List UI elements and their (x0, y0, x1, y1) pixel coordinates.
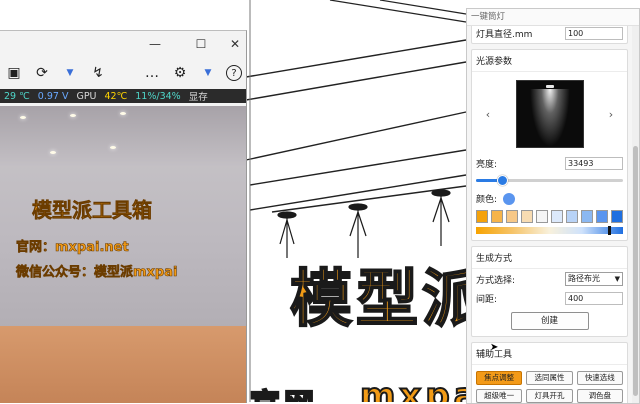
tool-button-focus-adjust[interactable]: 焦点调整 (476, 371, 523, 385)
minimize-button[interactable]: — (132, 31, 178, 57)
tool-button-super-unique[interactable]: 超级唯一 (476, 389, 523, 403)
method-label: 方式选择: (476, 275, 516, 286)
diameter-input[interactable]: 100 (565, 27, 623, 40)
color-swatch[interactable] (581, 210, 593, 223)
color-label: 颜色: (476, 195, 498, 205)
window-toolbar: ▣ ⟳ ▼ ↯ … ⚙ ▼ ? (0, 57, 246, 89)
more-button[interactable]: … (142, 63, 162, 83)
diameter-label: 灯具直径.mm (476, 30, 533, 40)
method-select[interactable]: 路径布光 ▼ (565, 272, 623, 286)
image-icon[interactable]: ▣ (4, 63, 24, 83)
rotate-cloud-icon[interactable]: ⟳ (32, 63, 52, 83)
panel-title: 一键筒灯 (467, 9, 639, 26)
ceiling-light (50, 151, 56, 154)
memory-label: 显存 (188, 92, 208, 103)
photo-reception-desk (0, 326, 246, 403)
color-temperature-bar[interactable] (476, 226, 623, 235)
gear-icon[interactable]: ⚙ (170, 63, 190, 83)
maximize-icon: ☐ (195, 37, 207, 51)
brightness-label: 亮度: (476, 160, 498, 170)
gpu-label: GPU (76, 90, 97, 102)
voltage: 0.97 V (37, 90, 69, 102)
brightness-input[interactable]: 33493 (565, 157, 623, 170)
color-swatch[interactable] (611, 210, 623, 223)
photo-wall-title: 模型派工具箱 (32, 198, 153, 223)
generate-section: 生成方式 方式选择: 路径布光 ▼ 间距: 400 创建 (471, 246, 628, 337)
color-swatch[interactable] (536, 210, 548, 223)
brightness-slider[interactable] (476, 175, 623, 186)
photo-wall-line1: 官网：mxpai.net (16, 240, 129, 256)
help-icon[interactable]: ? (226, 65, 242, 81)
color-swatch[interactable] (506, 210, 518, 223)
viewport-wall-text-url-left: 官网 (249, 380, 318, 402)
gpu-usage: 11%/34% (135, 90, 181, 102)
close-icon: ✕ (229, 37, 241, 51)
light-source-section: 光源参数 ‹ › 亮度: 33493 颜色: (471, 49, 628, 241)
color-swatch[interactable] (596, 210, 608, 223)
mouse-cursor-icon: ➤ (490, 342, 499, 353)
ceiling-light (70, 114, 76, 117)
ceiling-light (110, 146, 116, 149)
hardware-status-bar: 29 ℃ 0.97 V GPU 42℃ 11%/34% 显存 (0, 89, 246, 103)
ceiling-light (20, 116, 26, 119)
prev-light-button[interactable]: ‹ (482, 108, 494, 121)
create-button[interactable]: 创建 (510, 312, 589, 330)
photo-ceiling (0, 106, 246, 166)
color-swatch[interactable] (551, 210, 563, 223)
panel-scrollbar[interactable] (632, 26, 639, 403)
spacing-label: 间距: (476, 295, 498, 305)
gpu-temp: 42℃ (104, 90, 128, 102)
maximize-button[interactable]: ☐ (178, 31, 224, 57)
color-swatch[interactable] (521, 210, 533, 223)
next-light-button[interactable]: › (605, 108, 617, 121)
ceiling-light (120, 112, 126, 115)
method-select-value: 路径布光 (568, 274, 600, 283)
tool-button-palette[interactable]: 调色盘 (576, 389, 623, 403)
color-swatches (472, 208, 627, 225)
color-swatch[interactable] (566, 210, 578, 223)
cpu-temp: 29 ℃ (4, 90, 30, 102)
generate-title: 生成方式 (472, 247, 627, 269)
office-photo: 模型派工具箱 官网：mxpai.net 微信公众号：模型派mxpai (0, 106, 246, 403)
diameter-section: 灯具直径.mm 100 (471, 26, 628, 44)
minimize-icon: — (149, 37, 161, 51)
color-swatch[interactable] (476, 210, 488, 223)
light-source-title: 光源参数 (472, 50, 627, 72)
current-color-circle[interactable] (503, 192, 516, 205)
chevron-down-icon[interactable]: ▼ (198, 63, 218, 83)
color-temperature-marker[interactable] (608, 226, 612, 235)
viewport-wall-text: 模型派 (289, 261, 489, 336)
chevron-down-icon: ▼ (614, 275, 620, 283)
color-swatch[interactable] (491, 210, 503, 223)
tool-button-quick-select-line[interactable]: 快速选线 (576, 371, 623, 385)
tool-button-fixture-hole[interactable]: 灯具开孔 (526, 389, 573, 403)
panel-scroll-thumb[interactable] (633, 146, 638, 396)
photo-wall-line2: 微信公众号：模型派mxpai (16, 265, 178, 281)
lightning-icon[interactable]: ↯ (88, 63, 108, 83)
left-floating-window[interactable]: — ☐ ✕ ▣ ⟳ ▼ ↯ … ⚙ ▼ ? 29 ℃ 0.97 V GPU 42… (0, 30, 247, 403)
window-titlebar[interactable]: — ☐ ✕ (0, 31, 246, 57)
dropdown-chevron-icon[interactable]: ▼ (60, 63, 80, 83)
spacing-input[interactable]: 400 (565, 292, 623, 305)
tool-button-select-same[interactable]: 选同属性 (526, 371, 573, 385)
brightness-slider-handle[interactable] (497, 175, 509, 186)
light-preview-image (515, 80, 584, 148)
close-button[interactable]: ✕ (224, 31, 246, 57)
